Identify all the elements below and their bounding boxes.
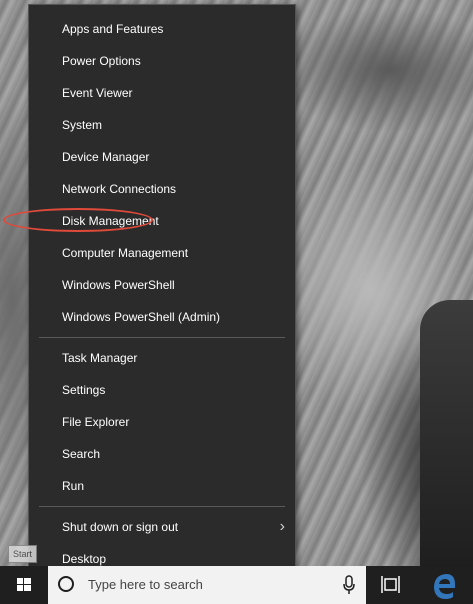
menu-item-label: Windows PowerShell (Admin) [62, 310, 221, 324]
menu-item-label: Device Manager [62, 150, 150, 164]
menu-item-label: File Explorer [62, 415, 130, 429]
menu-item-label: Network Connections [62, 182, 177, 196]
menu-item-task-manager[interactable]: Task Manager [29, 342, 295, 374]
menu-item-label: System [62, 118, 103, 132]
menu-item-label: Search [62, 447, 101, 461]
menu-item-windows-powershell[interactable]: Windows PowerShell [29, 269, 295, 301]
taskbar: Type here to search [0, 566, 473, 604]
menu-item-computer-management[interactable]: Computer Management [29, 237, 295, 269]
start-tooltip: Start [8, 545, 38, 563]
winx-context-menu: Apps and Features Power Options Event Vi… [3, 4, 296, 581]
search-input[interactable]: Type here to search [88, 566, 203, 604]
start-button[interactable] [0, 566, 48, 604]
edge-browser-button[interactable] [420, 566, 468, 604]
microphone-icon[interactable] [342, 575, 356, 595]
menu-item-label: Computer Management [62, 246, 189, 260]
task-view-icon [381, 576, 400, 593]
menu-item-apps-and-features[interactable]: Apps and Features [29, 13, 295, 45]
cortana-icon [58, 576, 74, 592]
menu-item-system[interactable]: System [29, 109, 295, 141]
menu-item-device-manager[interactable]: Device Manager [29, 141, 295, 173]
edge-icon [434, 574, 455, 599]
chevron-right-icon: › [279, 518, 285, 535]
menu-item-label: Disk Management [62, 214, 159, 228]
windows-logo-icon [17, 578, 31, 591]
menu-item-file-explorer[interactable]: File Explorer [29, 406, 295, 438]
menu-item-label: Shut down or sign out [62, 520, 179, 534]
menu-item-label: Task Manager [62, 351, 138, 365]
menu-item-network-connections[interactable]: Network Connections [29, 173, 295, 205]
wallpaper-rock-shadow [420, 300, 473, 570]
menu-separator [39, 337, 285, 338]
menu-item-event-viewer[interactable]: Event Viewer [29, 77, 295, 109]
menu-item-shut-down-or-sign-out[interactable]: Shut down or sign out › [29, 511, 295, 543]
menu-item-label: Desktop [62, 552, 107, 566]
menu-item-run[interactable]: Run [29, 470, 295, 502]
taskbar-search-box[interactable]: Type here to search [48, 566, 366, 604]
task-view-button[interactable] [372, 566, 412, 604]
menu-item-windows-powershell-admin[interactable]: Windows PowerShell (Admin) [29, 301, 295, 333]
menu-item-search[interactable]: Search [29, 438, 295, 470]
menu-item-label: Apps and Features [62, 22, 164, 36]
menu-item-disk-management[interactable]: Disk Management [3, 205, 295, 237]
menu-item-label: Power Options [62, 54, 141, 68]
menu-item-power-options[interactable]: Power Options [29, 45, 295, 77]
menu-item-settings[interactable]: Settings [29, 374, 295, 406]
menu-item-label: Event Viewer [62, 86, 133, 100]
menu-item-label: Run [62, 479, 85, 493]
menu-separator [39, 506, 285, 507]
menu-item-label: Windows PowerShell [62, 278, 175, 292]
menu-item-label: Settings [62, 383, 106, 397]
